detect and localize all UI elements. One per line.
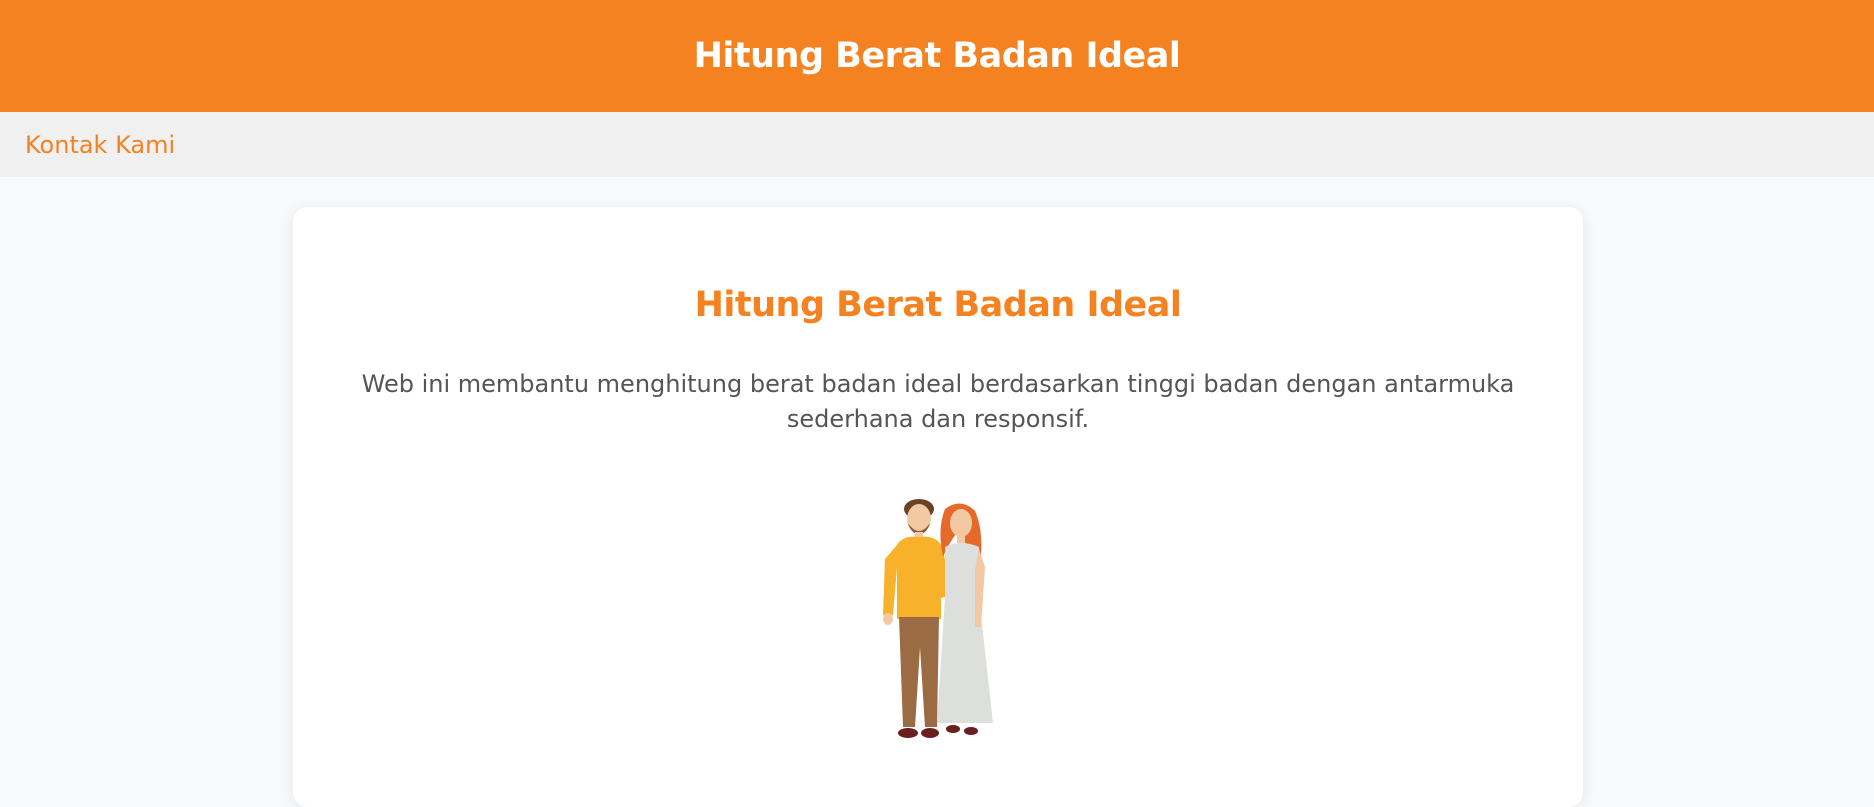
- couple-illustration: [883, 499, 993, 738]
- contact-link[interactable]: Kontak Kami: [25, 131, 175, 159]
- main-card: Hitung Berat Badan Ideal Web ini membant…: [293, 207, 1583, 807]
- woman-figure: [937, 503, 993, 735]
- card-title: Hitung Berat Badan Ideal: [694, 285, 1182, 325]
- nav-bar: Kontak Kami: [0, 112, 1874, 177]
- header-bar: Hitung Berat Badan Ideal: [0, 0, 1874, 112]
- card-description: Web ini membantu menghitung berat badan …: [361, 370, 1515, 433]
- man-figure: [883, 499, 947, 738]
- header-title: Hitung Berat Badan Ideal: [693, 36, 1181, 76]
